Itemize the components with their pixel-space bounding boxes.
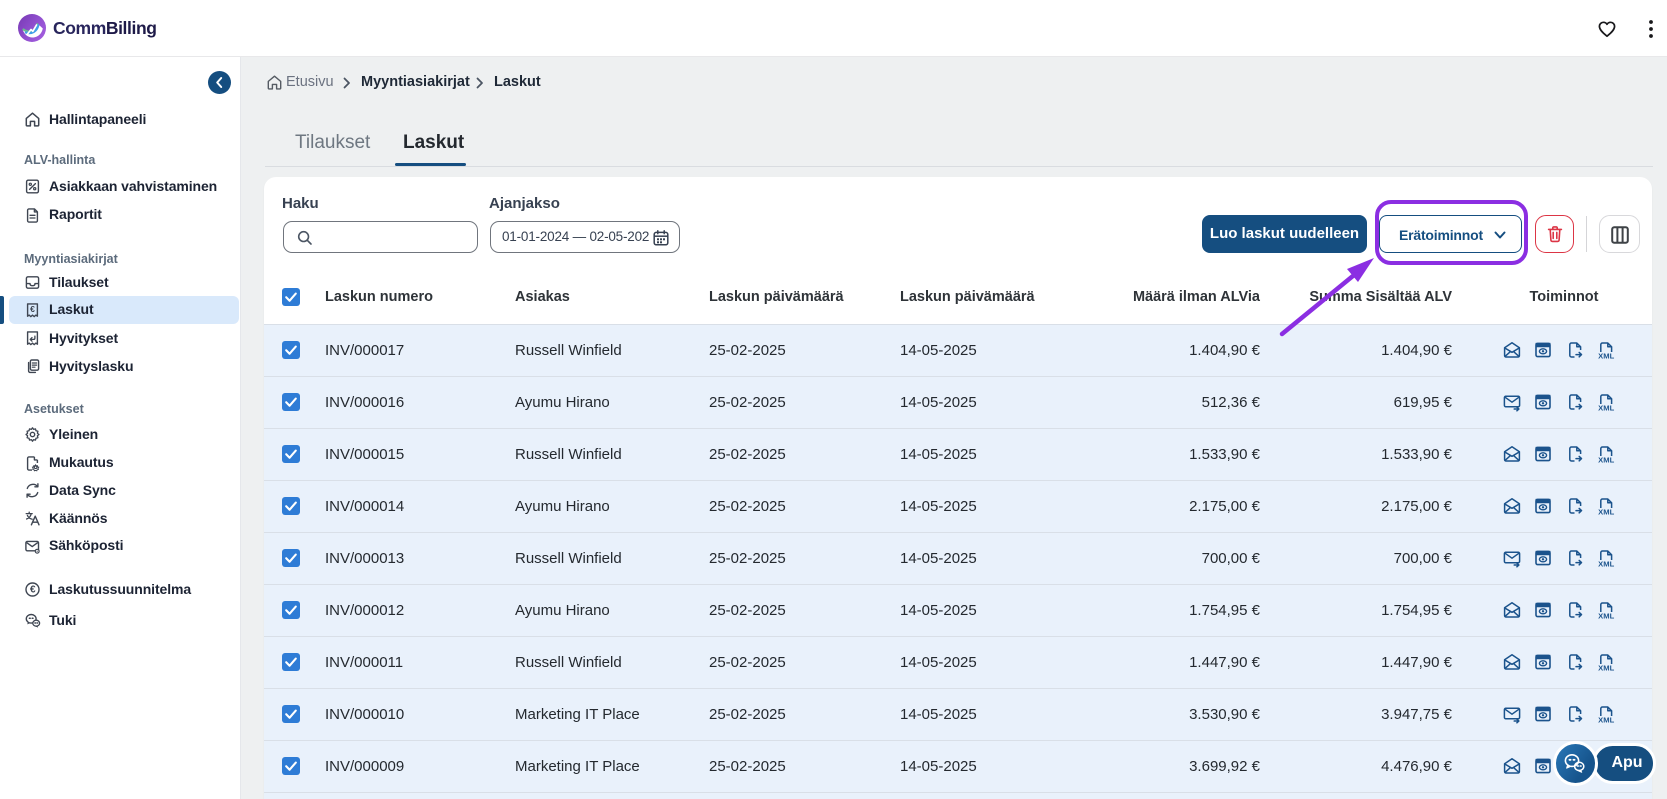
svg-text:XML: XML: [1598, 663, 1614, 672]
svg-text:XML: XML: [1598, 403, 1614, 412]
svg-text:XML: XML: [1598, 507, 1614, 516]
svg-text:XML: XML: [1598, 559, 1614, 568]
svg-text:€: €: [30, 303, 35, 313]
svg-text:XML: XML: [1598, 715, 1614, 724]
svg-text:XML: XML: [1598, 351, 1614, 360]
svg-text:€: €: [30, 585, 36, 596]
svg-text:XML: XML: [1598, 611, 1614, 620]
svg-text:XML: XML: [1598, 455, 1614, 464]
